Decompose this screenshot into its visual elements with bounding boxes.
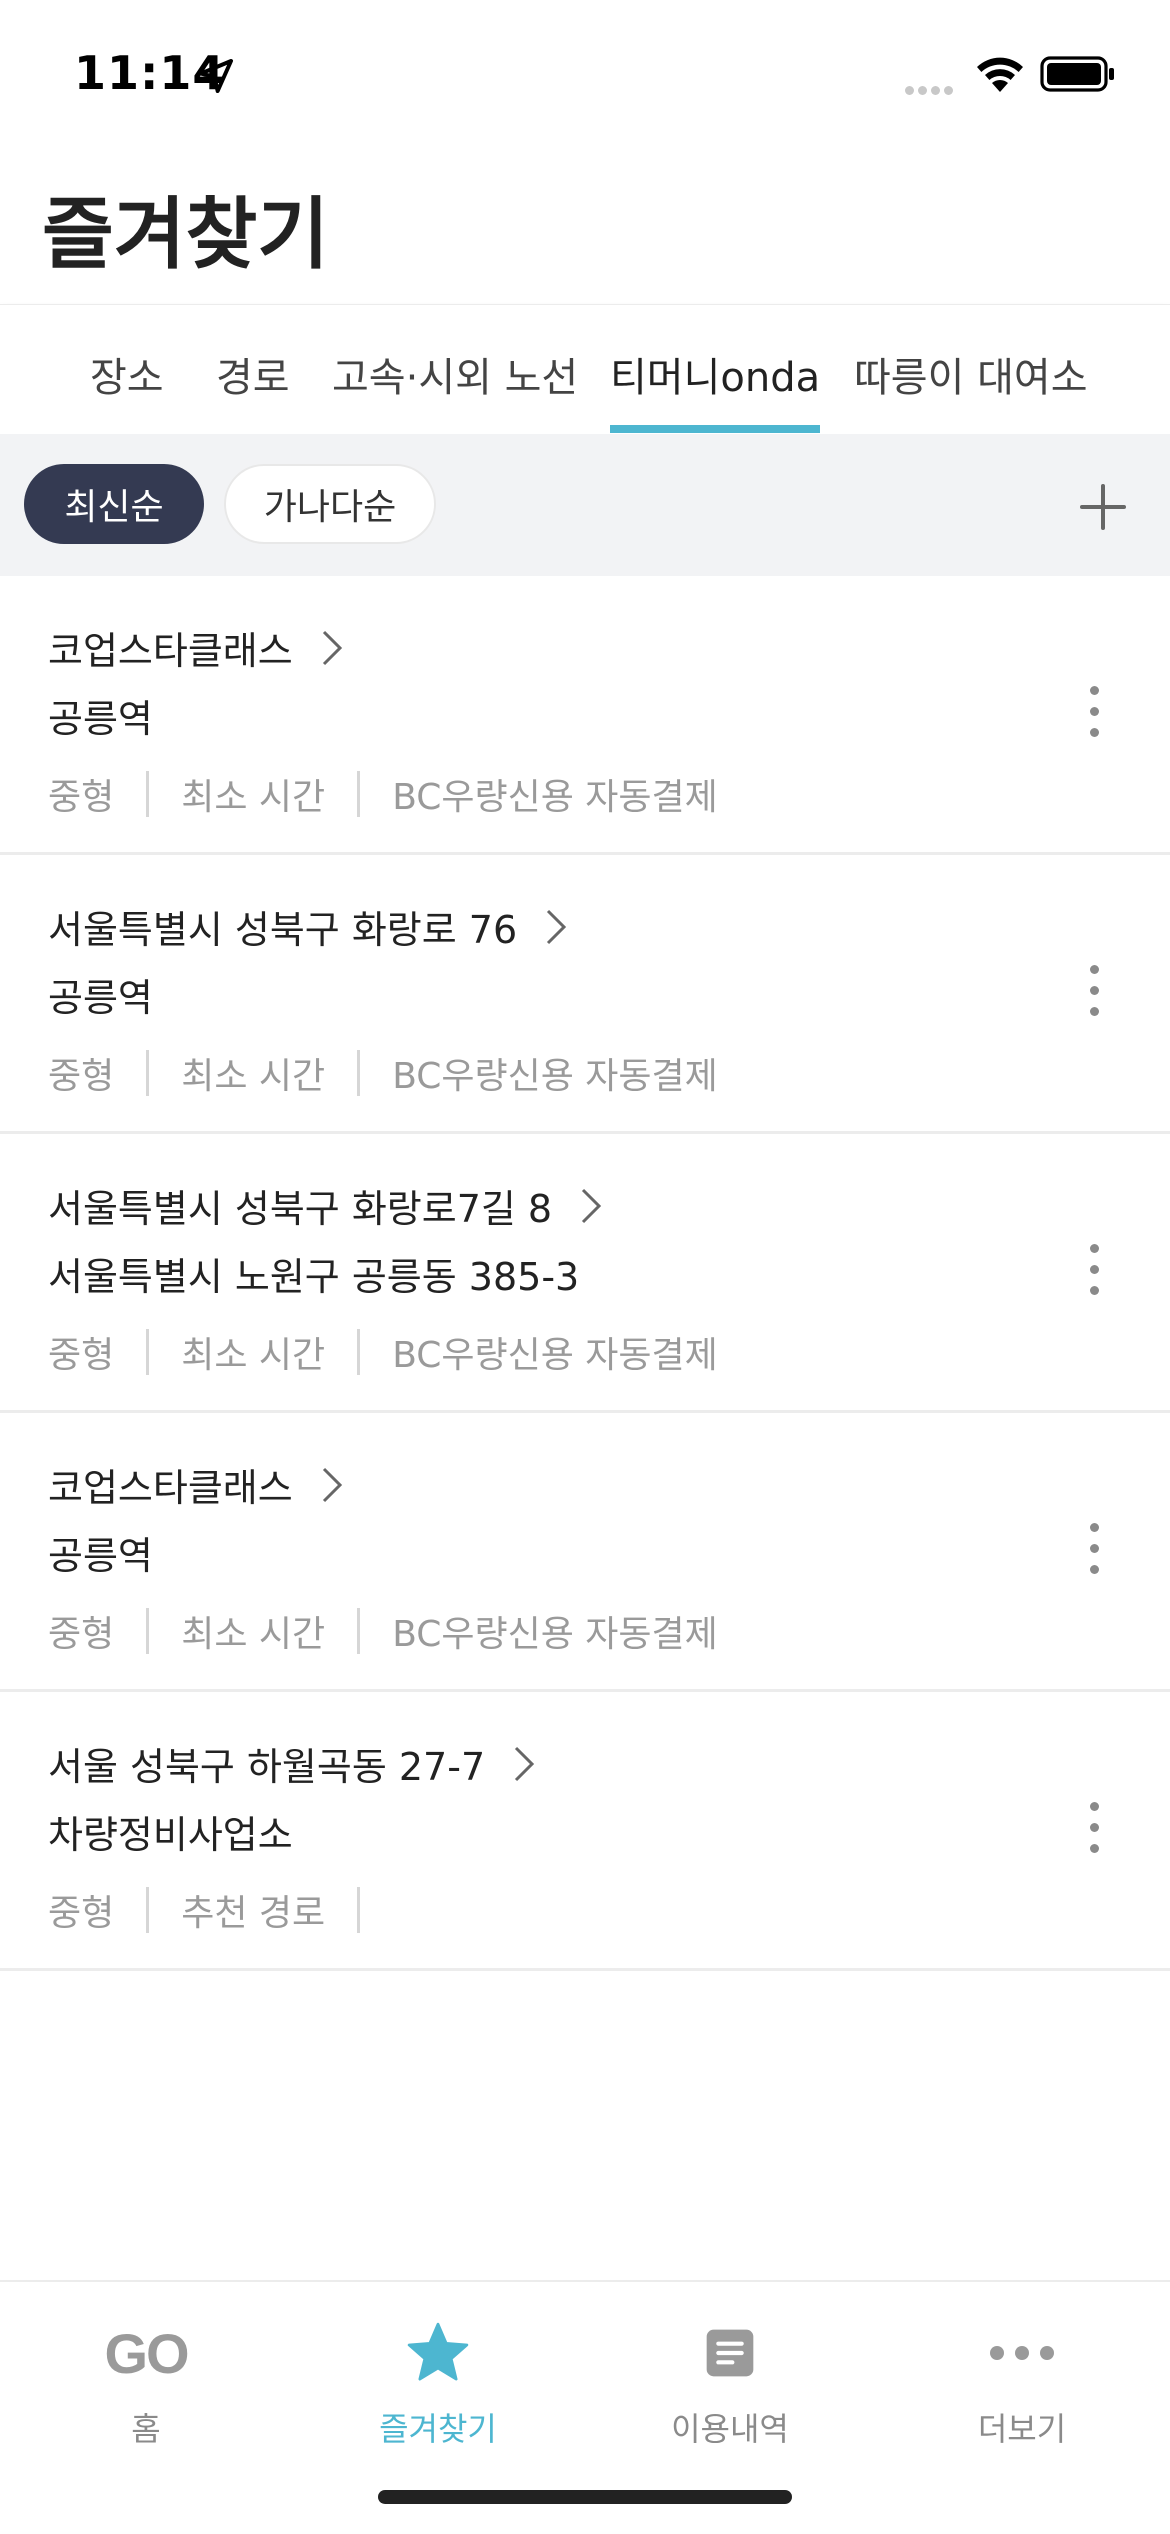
favorite-title[interactable]: 코업스타클래스 [48,1457,293,1512]
more-vertical-icon[interactable] [1080,686,1108,746]
favorite-meta: 중형 최소 시간 BC우량신용 자동결제 [48,1605,718,1657]
sort-bar: 최신순 가나다순 [0,434,1170,576]
favorite-title[interactable]: 서울특별시 성북구 화랑로 76 [48,899,517,954]
more-vertical-icon[interactable] [1080,965,1108,1025]
tab-places[interactable]: 장소 [90,345,164,403]
payment-method: BC우량신용 자동결제 [392,777,718,818]
favorite-meta: 중형 최소 시간 BC우량신용 자동결제 [48,1047,718,1099]
location-arrow-icon [199,59,233,93]
tab-ttareungi-stations[interactable]: 따릉이 대여소 [854,345,1088,403]
star-icon [407,2322,469,2381]
wifi-icon [977,57,1023,92]
add-icon[interactable] [1078,482,1128,532]
battery-icon [1040,56,1114,92]
payment-method: BC우량신용 자동결제 [392,1335,718,1376]
more-vertical-icon[interactable] [1080,1802,1108,1862]
chevron-right-icon [322,630,342,665]
divider [357,771,361,817]
tab-express-bus-routes[interactable]: 고속·시외 노선 [332,345,578,403]
list-item[interactable]: 서울 성북구 하월곡동 27-7 차량정비사업소 중형 추천 경로 [0,1692,1170,1971]
route-option: 최소 시간 [181,1056,326,1097]
list-item[interactable]: 서울특별시 성북구 화랑로 76 공릉역 중형 최소 시간 BC우량신용 자동결… [0,855,1170,1134]
vehicle-size: 중형 [48,1335,115,1376]
route-option: 최소 시간 [181,1614,326,1655]
nav-more[interactable]: 더보기 [876,2282,1168,2482]
more-vertical-icon[interactable] [1080,1523,1108,1583]
route-option: 최소 시간 [181,1335,326,1376]
favorite-meta: 중형 최소 시간 BC우량신용 자동결제 [48,768,718,820]
nav-label: 홈 [131,2410,161,2448]
tab-tmoney-onda[interactable]: 티머니onda [610,345,820,403]
divider [357,1608,361,1654]
divider [357,1329,361,1375]
divider [357,1050,361,1096]
favorite-subtitle: 차량정비사업소 [48,1813,293,1857]
favorites-list: 코업스타클래스 공릉역 중형 최소 시간 BC우량신용 자동결제 서울특별시 성… [0,576,1170,1971]
route-option: 추천 경로 [181,1893,326,1934]
route-option: 최소 시간 [181,777,326,818]
status-bar: 11:14 [0,0,1170,150]
favorite-title[interactable]: 서울특별시 성북구 화랑로7길 8 [48,1178,552,1233]
payment-method: BC우량신용 자동결제 [392,1614,718,1655]
nav-label: 즐겨찾기 [379,2410,497,2448]
sort-alphabetical-chip[interactable]: 가나다순 [224,464,436,544]
vehicle-size: 중형 [48,1614,115,1655]
chevron-right-icon [515,1746,535,1781]
divider [146,1050,150,1096]
more-vertical-icon[interactable] [1080,1244,1108,1304]
category-tabs: 장소 경로 고속·시외 노선 티머니onda 따릉이 대여소 [0,304,1170,435]
favorite-subtitle: 공릉역 [48,697,153,741]
home-indicator [378,2490,792,2504]
page-title: 즐겨찾기 [42,190,330,280]
favorite-title[interactable]: 코업스타클래스 [48,620,293,675]
nav-home[interactable]: GO 홈 [0,2282,292,2482]
sort-latest-chip[interactable]: 최신순 [24,464,204,544]
favorite-subtitle: 공릉역 [48,1534,153,1578]
divider [146,1329,150,1375]
favorite-subtitle: 서울특별시 노원구 공릉동 385-3 [48,1255,580,1299]
nav-label: 이용내역 [671,2410,789,2448]
chevron-right-icon [547,909,567,944]
favorite-title[interactable]: 서울 성북구 하월곡동 27-7 [48,1736,485,1791]
document-icon [706,2329,754,2377]
cellular-signal-icon [905,80,957,99]
vehicle-size: 중형 [48,1893,115,1934]
favorite-meta: 중형 최소 시간 BC우량신용 자동결제 [48,1326,718,1378]
payment-method: BC우량신용 자동결제 [392,1056,718,1097]
divider [146,771,150,817]
nav-favorites[interactable]: 즐겨찾기 [292,2282,584,2482]
list-item[interactable]: 코업스타클래스 공릉역 중형 최소 시간 BC우량신용 자동결제 [0,576,1170,855]
divider [146,1608,150,1654]
list-item[interactable]: 코업스타클래스 공릉역 중형 최소 시간 BC우량신용 자동결제 [0,1413,1170,1692]
active-tab-indicator [610,425,820,433]
favorite-subtitle: 공릉역 [48,976,153,1020]
go-logo-icon: GO [104,2321,189,2385]
nav-label: 더보기 [977,2410,1067,2448]
divider [146,1887,150,1933]
more-horizontal-icon [990,2346,1054,2360]
chevron-right-icon [322,1467,342,1502]
vehicle-size: 중형 [48,777,115,818]
nav-history[interactable]: 이용내역 [584,2282,876,2482]
vehicle-size: 중형 [48,1056,115,1097]
chevron-right-icon [582,1188,602,1223]
divider [357,1887,361,1933]
list-item[interactable]: 서울특별시 성북구 화랑로7길 8 서울특별시 노원구 공릉동 385-3 중형… [0,1134,1170,1413]
tab-routes[interactable]: 경로 [216,345,290,403]
favorite-meta: 중형 추천 경로 [48,1884,392,1936]
